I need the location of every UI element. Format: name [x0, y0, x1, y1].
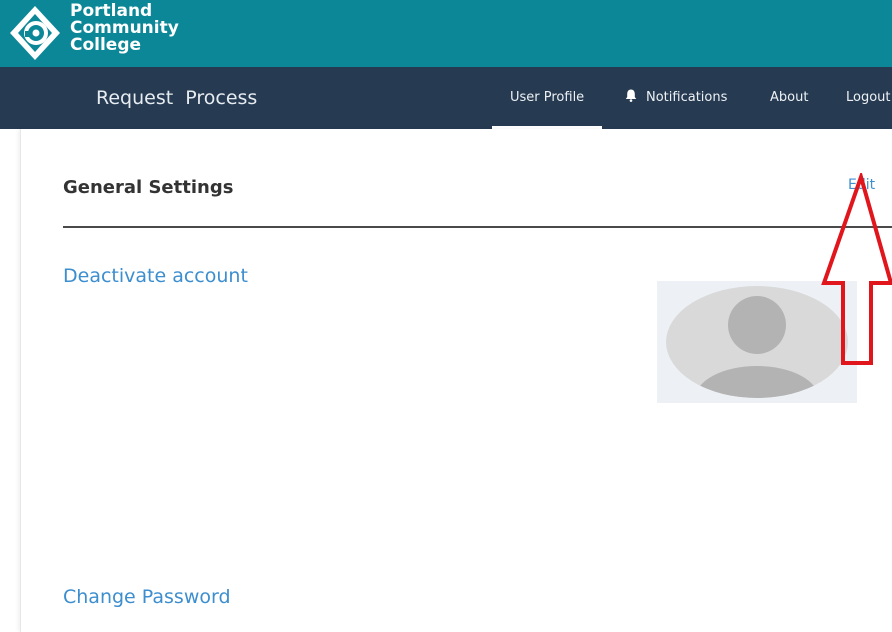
nav-about[interactable]: About	[770, 89, 808, 109]
nav-bar: Request Process User Profile Notificatio…	[0, 67, 892, 129]
brand-wordmark[interactable]: Portland Community College	[70, 3, 179, 54]
bell-icon	[625, 89, 637, 102]
nav-notifications-label: Notifications	[646, 90, 728, 105]
change-password-link[interactable]: Change Password	[63, 586, 231, 608]
brand-line-3: College	[70, 35, 142, 55]
nav-notifications[interactable]: Notifications	[625, 89, 727, 109]
brand-header: Portland Community College	[0, 0, 892, 67]
app-title[interactable]: Request Process	[96, 86, 257, 110]
nav-user-profile[interactable]: User Profile	[491, 89, 603, 129]
nav-about-label: About	[770, 90, 809, 105]
annotation-arrow-icon	[821, 173, 892, 365]
section-divider	[63, 226, 892, 228]
settings-panel: General Settings Edit Deactivate account…	[20, 129, 892, 632]
deactivate-account-link[interactable]: Deactivate account	[63, 265, 248, 287]
section-title: General Settings	[63, 177, 234, 198]
nav-user-profile-label: User Profile	[510, 90, 585, 105]
nav-logout[interactable]: Logout	[846, 89, 891, 109]
pcc-logo-icon	[10, 6, 60, 60]
nav-logout-label: Logout	[846, 90, 891, 105]
